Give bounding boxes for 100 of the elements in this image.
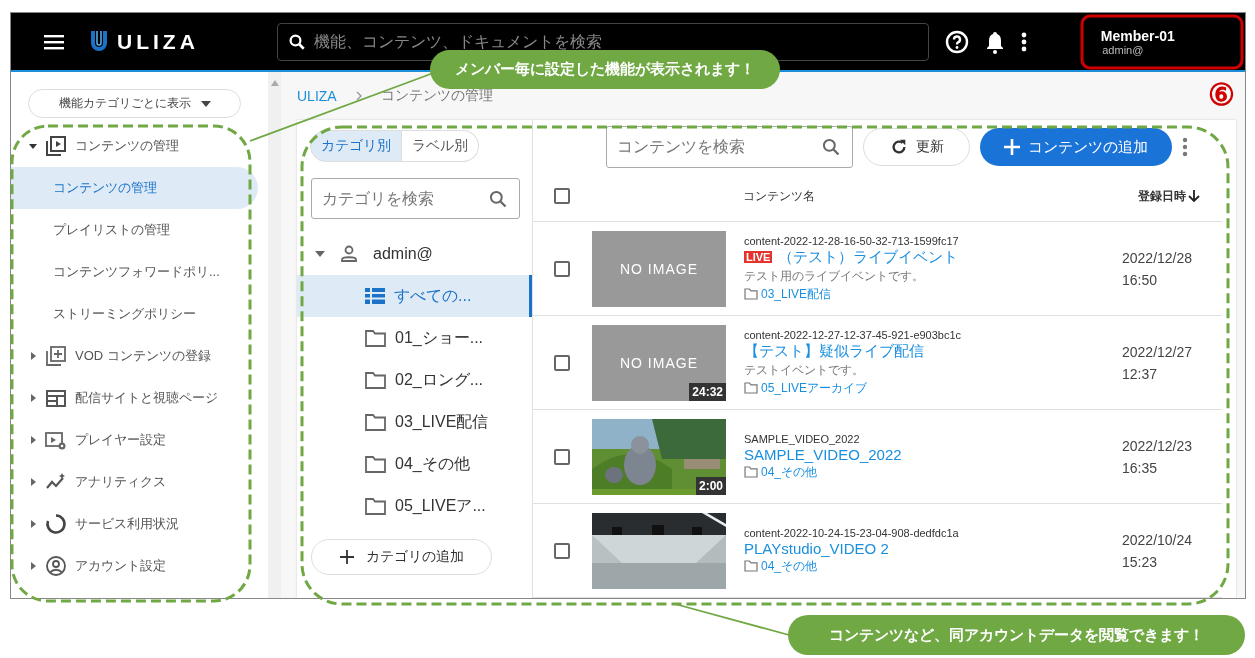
- category-link[interactable]: 03_LIVE配信: [761, 285, 832, 303]
- tab[interactable]: カテゴリ別: [310, 130, 402, 162]
- refresh-icon: [889, 138, 908, 157]
- content-description: テスト用のライブイベントです。: [744, 267, 925, 285]
- search-icon: [821, 137, 841, 158]
- nav-item[interactable]: コンテンツフォワードポリ...: [11, 251, 258, 293]
- account-menu[interactable]: Member-01 admin@: [1064, 27, 1211, 56]
- content-title-link[interactable]: （テスト）ライブイベント: [778, 247, 959, 267]
- nav-item[interactable]: プレイリストの管理: [11, 209, 258, 251]
- select-all-checkbox[interactable]: [554, 188, 570, 205]
- nav-item[interactable]: ストリーミングポリシー: [11, 293, 258, 335]
- category-select[interactable]: 機能カテゴリごとに表示: [28, 89, 241, 118]
- search-icon: [488, 188, 508, 209]
- time-text: 15:23: [1122, 553, 1159, 570]
- add-content-button[interactable]: コンテンツの追加: [980, 128, 1172, 167]
- scrollbar[interactable]: [268, 72, 281, 598]
- search-icon: [287, 32, 306, 51]
- refresh-button[interactable]: 更新: [863, 128, 970, 167]
- caret-icon[interactable]: [315, 251, 325, 257]
- app-name: ULIZA: [117, 29, 199, 54]
- time-text: 12:37: [1122, 365, 1159, 382]
- chevron-icon: [354, 91, 363, 101]
- folder-icon: [365, 497, 386, 515]
- caret-icon[interactable]: [29, 352, 37, 360]
- nav-item[interactable]: コンテンツの管理: [11, 167, 258, 209]
- folder-icon: [744, 560, 758, 572]
- folder-icon: [744, 382, 758, 394]
- bell-icon[interactable]: [984, 29, 1005, 54]
- user-icon: [339, 244, 359, 264]
- content-description: テストイベントです。: [744, 361, 865, 379]
- nav-group[interactable]: アカウント設定: [75, 557, 166, 575]
- caret-icon[interactable]: [29, 478, 37, 486]
- add-media-icon: [45, 345, 67, 367]
- placeholder-text: NO IMAGE: [620, 260, 698, 277]
- folder-icon: [744, 288, 758, 300]
- search-field[interactable]: カテゴリを検索: [311, 178, 520, 219]
- content-id: content-2022-12-27-12-37-45-921-e903bc1c: [744, 328, 963, 341]
- breadcrumb-current: コンテンツの管理: [380, 87, 493, 105]
- content-id: content-2022-12-28-16-50-32-713-1599fc17: [744, 234, 960, 247]
- nav-group[interactable]: サービス利用状況: [75, 515, 179, 533]
- category-item[interactable]: 03_LIVE配信: [297, 401, 532, 443]
- nav-group[interactable]: プレイヤー設定: [75, 431, 166, 449]
- date-text: 2022/12/27: [1122, 343, 1194, 360]
- category-item[interactable]: 05_LIVEア...: [297, 485, 532, 527]
- caret-icon[interactable]: [29, 394, 37, 402]
- column-header[interactable]: 登録日時: [1138, 187, 1200, 205]
- row-checkbox[interactable]: [554, 542, 570, 559]
- search-field[interactable]: 機能、コンテンツ、ドキュメントを検索: [276, 22, 929, 61]
- logo-icon: [89, 29, 109, 54]
- row-checkbox[interactable]: [554, 448, 570, 465]
- callout: コンテンツなど、同アカウントデータを閲覧できます！: [788, 615, 1245, 655]
- sort-arrow-icon: [1188, 189, 1200, 204]
- content-id: content-2022-10-24-15-23-04-908-dedfdc1a: [744, 526, 960, 539]
- category-link[interactable]: 04_その他: [761, 463, 818, 481]
- nav-group[interactable]: アナリティクス: [75, 473, 166, 491]
- row-checkbox[interactable]: [554, 354, 570, 371]
- more-icon[interactable]: [1020, 31, 1027, 52]
- category-item[interactable]: 02_ロング...: [297, 359, 532, 401]
- add-category-button[interactable]: カテゴリの追加: [311, 539, 492, 575]
- time-text: 16:50: [1122, 271, 1159, 288]
- caret-icon[interactable]: [29, 520, 37, 528]
- tab[interactable]: ラベル別: [402, 130, 479, 162]
- caret-icon[interactable]: [29, 562, 37, 570]
- list-icon: [365, 288, 385, 304]
- usage-icon: [45, 513, 67, 535]
- nav-group[interactable]: 配信サイトと視聴ページ: [75, 389, 218, 407]
- plus-icon: [1004, 139, 1020, 156]
- help-icon[interactable]: [944, 29, 969, 54]
- category-link[interactable]: 04_その他: [761, 557, 818, 575]
- account-icon: [45, 555, 67, 577]
- folder-icon: [744, 466, 758, 478]
- category-item[interactable]: すべての...: [297, 275, 532, 317]
- nav-group[interactable]: VOD コンテンツの登録: [75, 347, 211, 365]
- category-item[interactable]: 01_ショー...: [297, 317, 532, 359]
- layout-icon: [45, 387, 67, 409]
- tree-root[interactable]: admin@: [373, 245, 433, 263]
- caret-icon: [200, 100, 211, 107]
- content-title-link[interactable]: PLAYstudio_VIDEO 2: [744, 539, 889, 557]
- folder-icon: [365, 455, 386, 473]
- plus-icon: [339, 550, 354, 564]
- menu-icon[interactable]: [44, 33, 64, 50]
- category-item[interactable]: 04_その他: [297, 443, 532, 485]
- folder-icon: [365, 329, 386, 347]
- category-link[interactable]: 05_LIVEアーカイブ: [761, 379, 868, 397]
- date-text: 2022/10/24: [1122, 531, 1194, 548]
- caret-icon[interactable]: [29, 142, 37, 150]
- time-text: 16:35: [1122, 459, 1159, 476]
- live-badge: LIVE: [744, 251, 773, 263]
- content-id: SAMPLE_VIDEO_2022: [744, 432, 861, 445]
- row-checkbox[interactable]: [554, 260, 570, 277]
- nav-group[interactable]: コンテンツの管理: [75, 137, 179, 155]
- step-marker: ⑥: [1208, 80, 1235, 110]
- placeholder-text: NO IMAGE: [620, 354, 698, 371]
- content-title-link[interactable]: 【テスト】疑似ライブ配信: [744, 341, 924, 361]
- search-field[interactable]: コンテンツを検索: [606, 126, 853, 169]
- player-settings-icon: [45, 429, 67, 451]
- play-icon: [45, 135, 67, 157]
- caret-icon[interactable]: [29, 436, 37, 444]
- folder-icon: [365, 413, 386, 431]
- column-header[interactable]: コンテンツ名: [743, 187, 815, 205]
